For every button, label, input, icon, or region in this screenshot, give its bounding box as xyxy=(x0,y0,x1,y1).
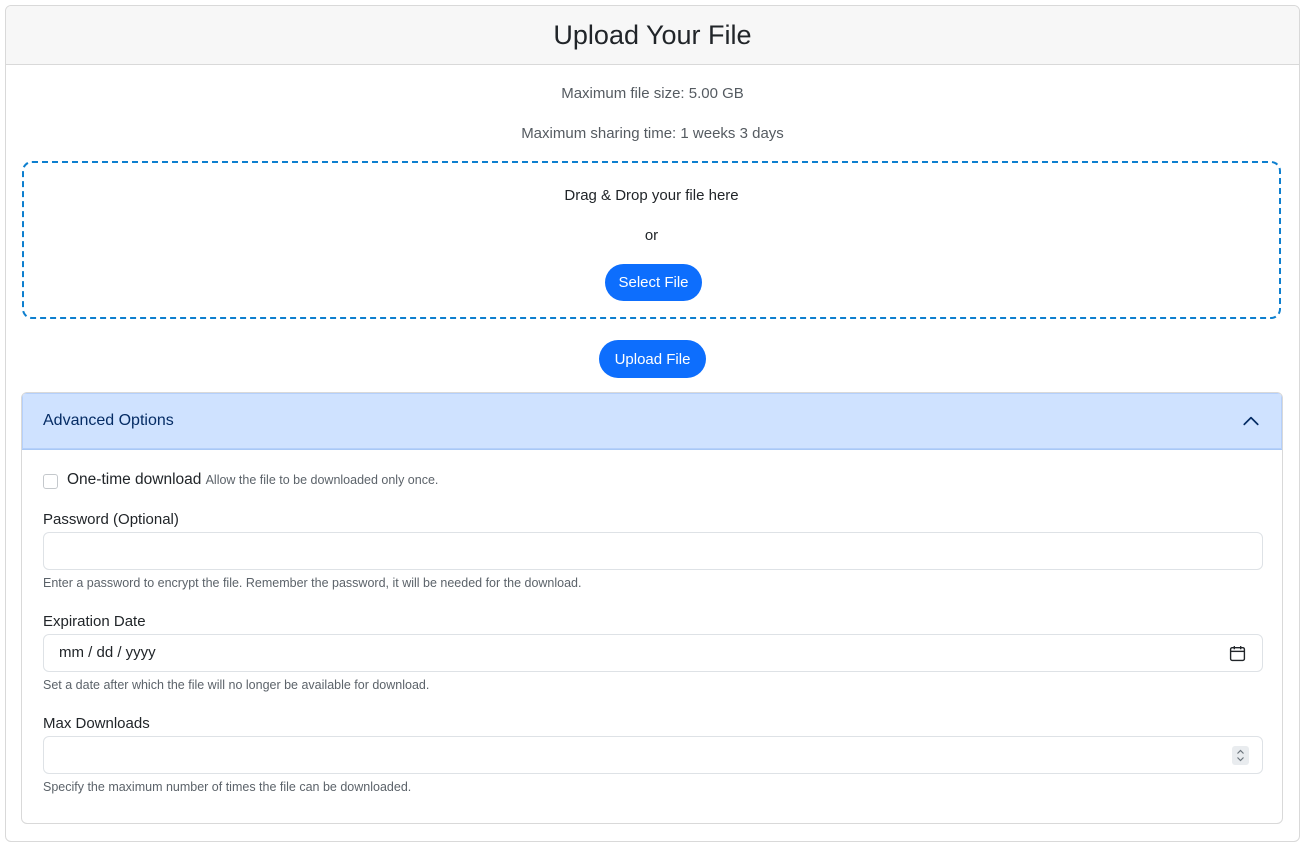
calendar-icon[interactable] xyxy=(1229,645,1246,662)
max-downloads-help: Specify the maximum number of times the … xyxy=(43,780,412,794)
dropzone[interactable]: Drag & Drop your file here or Select Fil… xyxy=(22,161,1281,319)
spinner-icon[interactable] xyxy=(1232,746,1249,765)
expiration-date-input[interactable]: mm / dd / yyyy xyxy=(43,634,1263,672)
dropzone-text: Drag & Drop your file here xyxy=(564,187,739,204)
max-sharing-time: Maximum sharing time: 1 weeks 3 days xyxy=(521,125,784,142)
one-time-download-checkbox[interactable] xyxy=(43,474,58,489)
password-help: Enter a password to encrypt the file. Re… xyxy=(43,576,582,590)
one-time-download-help: Allow the file to be downloaded only onc… xyxy=(205,473,439,487)
dropzone-or: or xyxy=(644,227,659,244)
max-file-size: Maximum file size: 5.00 GB xyxy=(561,85,744,102)
upload-file-button[interactable]: Upload File xyxy=(599,340,706,378)
password-label: Password (Optional) xyxy=(43,511,179,528)
select-file-button[interactable]: Select File xyxy=(605,264,702,301)
one-time-download-label: One-time download xyxy=(67,471,202,488)
card-header: Upload Your File xyxy=(6,6,1299,65)
page-title: Upload Your File xyxy=(553,19,752,50)
chevron-up-icon xyxy=(1243,416,1259,426)
upload-card: Upload Your File Maximum file size: 5.00… xyxy=(5,5,1300,842)
date-placeholder: mm / dd / yyyy xyxy=(59,644,156,661)
expiration-date-help: Set a date after which the file will no … xyxy=(43,678,430,692)
advanced-options-accordion: Advanced Options One-time download Allow… xyxy=(21,392,1283,824)
password-input[interactable] xyxy=(43,532,1263,570)
max-downloads-label: Max Downloads xyxy=(43,715,150,732)
advanced-options-toggle[interactable]: Advanced Options xyxy=(22,393,1282,450)
expiration-date-label: Expiration Date xyxy=(43,613,146,630)
one-time-download-row: One-time download Allow the file to be d… xyxy=(67,471,438,489)
max-downloads-input[interactable] xyxy=(43,736,1263,774)
advanced-options-title: Advanced Options xyxy=(43,412,174,429)
